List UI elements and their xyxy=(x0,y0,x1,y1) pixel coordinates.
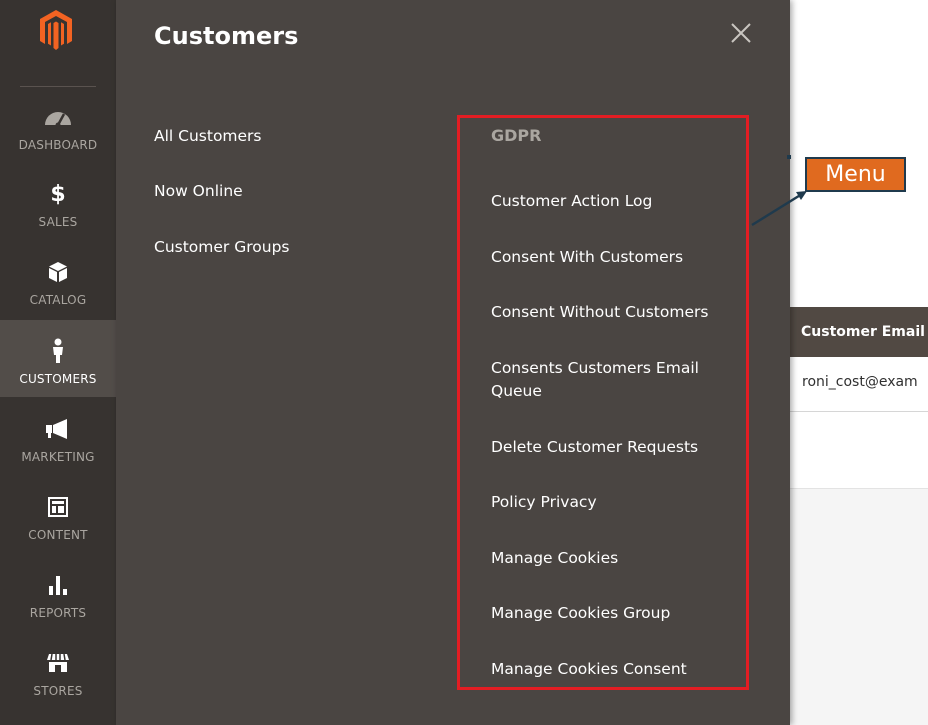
menu-item-consent-without-customers[interactable]: Consent Without Customers xyxy=(491,301,731,324)
nav-item-catalog[interactable]: CATALOG xyxy=(0,241,116,318)
menu-item-customer-groups[interactable]: Customer Groups xyxy=(154,238,289,256)
nav-label-content: CONTENT xyxy=(28,528,88,542)
nav-label-marketing: MARKETING xyxy=(21,450,95,464)
nav-item-marketing[interactable]: MARKETING xyxy=(0,398,116,475)
menu-item-manage-cookies-group[interactable]: Manage Cookies Group xyxy=(491,602,731,625)
customer-icon xyxy=(0,338,116,364)
nav-item-stores[interactable]: STORES xyxy=(0,632,116,709)
grid-footer-area xyxy=(790,488,928,725)
menu-item-all-customers[interactable]: All Customers xyxy=(154,127,262,145)
menu-callout-label: Menu xyxy=(805,157,906,192)
admin-sidebar: DASHBOARD $ SALES CATALOG CUSTOMERS MARK… xyxy=(0,0,116,725)
cube-icon xyxy=(0,259,116,285)
nav-item-customers[interactable]: CUSTOMERS xyxy=(0,320,116,397)
callout-arrow xyxy=(751,155,807,227)
menu-item-manage-cookies[interactable]: Manage Cookies xyxy=(491,547,731,570)
customers-submenu-panel: Customers All Customers Now Online Custo… xyxy=(116,0,790,725)
menu-item-consents-email-queue[interactable]: Consents Customers Email Queue xyxy=(491,357,731,403)
layout-icon xyxy=(0,494,116,520)
nav-item-content[interactable]: CONTENT xyxy=(0,476,116,553)
menu-item-manage-cookies-consent[interactable]: Manage Cookies Consent xyxy=(491,658,731,681)
menu-item-consent-with-customers[interactable]: Consent With Customers xyxy=(491,246,731,269)
grid-cell-email[interactable]: roni_cost@exam xyxy=(790,357,928,412)
megaphone-icon xyxy=(0,416,116,442)
menu-item-policy-privacy[interactable]: Policy Privacy xyxy=(491,491,731,514)
dashboard-icon xyxy=(0,104,116,130)
storefront-icon xyxy=(0,650,116,676)
menu-item-delete-customer-requests[interactable]: Delete Customer Requests xyxy=(491,436,731,459)
menu-item-customer-action-log[interactable]: Customer Action Log xyxy=(491,190,731,213)
nav-item-sales[interactable]: $ SALES xyxy=(0,163,116,240)
nav-label-sales: SALES xyxy=(38,215,78,229)
dollar-icon: $ xyxy=(50,181,66,207)
nav-item-dashboard[interactable]: DASHBOARD xyxy=(0,86,116,163)
magento-logo[interactable] xyxy=(0,0,116,86)
close-icon[interactable] xyxy=(728,20,754,46)
gdpr-section-title: GDPR xyxy=(491,126,542,145)
nav-label-reports: REPORTS xyxy=(29,606,87,620)
nav-label-customers: CUSTOMERS xyxy=(19,372,97,386)
nav-label-dashboard: DASHBOARD xyxy=(18,138,98,152)
nav-label-catalog: CATALOG xyxy=(29,293,87,307)
menu-item-now-online[interactable]: Now Online xyxy=(154,182,243,200)
nav-label-stores: STORES xyxy=(33,684,83,698)
bar-chart-icon xyxy=(0,572,116,598)
magento-logo-icon xyxy=(40,10,72,50)
grid-header-customer-email[interactable]: Customer Email xyxy=(790,307,928,357)
nav-item-reports[interactable]: REPORTS xyxy=(0,554,116,631)
panel-title: Customers xyxy=(154,22,299,50)
